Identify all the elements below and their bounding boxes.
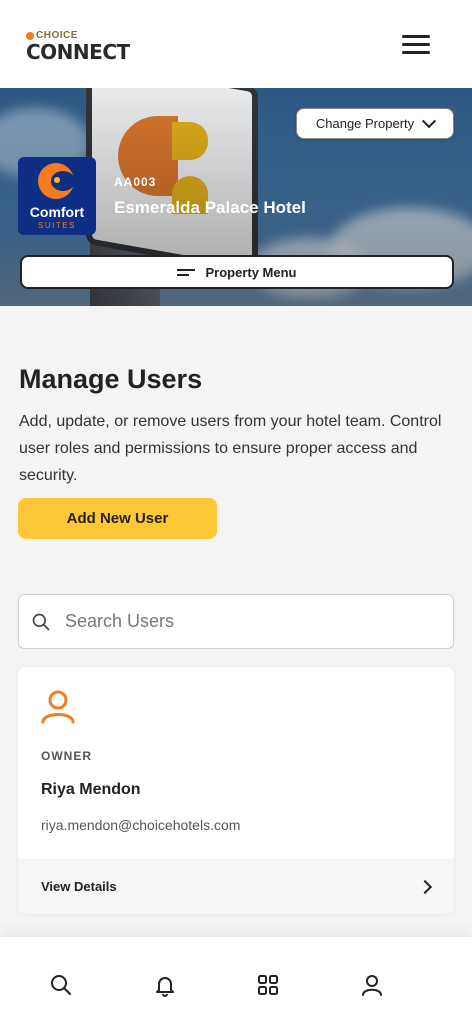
user-icon — [41, 690, 75, 724]
page-title: Manage Users — [19, 364, 203, 394]
property-hero: Change Property Comfort SUITES AA003 Esm… — [0, 88, 472, 306]
user-email: riya.mendon@choicehotels.com — [41, 817, 241, 833]
property-code: AA003 — [114, 175, 157, 189]
change-property-label: Change Property — [315, 116, 415, 131]
change-property-button[interactable]: Change Property — [296, 108, 454, 139]
property-menu-label: Property Menu — [205, 264, 297, 280]
user-card: OWNER Riya Mendon riya.mendon@choicehote… — [18, 667, 454, 914]
view-details-button[interactable]: View Details — [18, 859, 454, 914]
property-menu-button[interactable]: Property Menu — [20, 255, 454, 289]
user-name: Riya Mendon — [41, 781, 141, 798]
add-new-user-button[interactable]: Add New User — [18, 498, 217, 539]
bell-icon[interactable] — [153, 973, 177, 997]
brand-name: Comfort — [29, 204, 85, 220]
view-details-label: View Details — [41, 879, 117, 894]
user-icon[interactable] — [360, 973, 384, 997]
choice-mark-icon — [26, 31, 34, 40]
logo-big-text: CONNECT — [26, 40, 130, 64]
menu-lines-icon — [177, 266, 196, 279]
grid-icon[interactable] — [256, 973, 280, 997]
choice-connect-logo[interactable]: CHOICE CONNECT — [26, 30, 130, 64]
user-role: OWNER — [41, 749, 92, 763]
app-header: CHOICE CONNECT — [0, 0, 472, 88]
chevron-down-icon — [422, 113, 437, 128]
chevron-right-icon — [417, 879, 433, 894]
brand-c-dot — [54, 177, 60, 183]
page-description: Add, update, or remove users from your h… — [19, 413, 442, 484]
brand-sub: SUITES — [38, 221, 76, 230]
bottom-nav — [0, 937, 472, 1024]
hamburger-icon[interactable] — [402, 35, 430, 55]
property-name: Esmeralda Palace Hotel — [114, 198, 306, 217]
search-icon — [32, 613, 50, 631]
brand-logo: Comfort SUITES — [18, 157, 96, 235]
search-box — [18, 594, 454, 649]
search-input[interactable] — [65, 595, 445, 648]
search-icon[interactable] — [49, 973, 73, 997]
